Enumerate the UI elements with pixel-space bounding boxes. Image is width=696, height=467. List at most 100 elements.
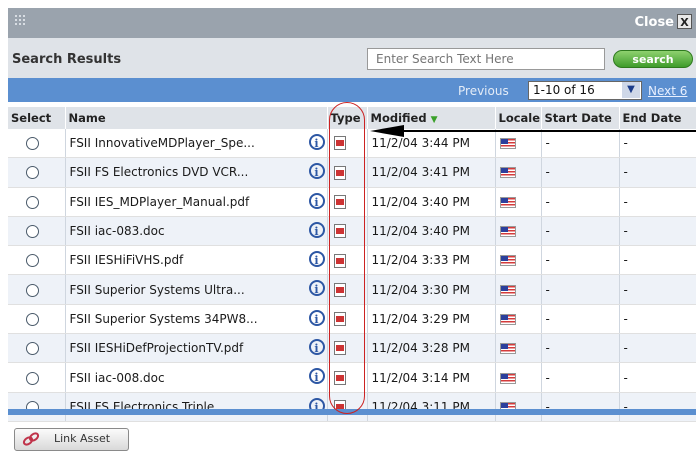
locale-cell (495, 392, 542, 422)
type-column-highlight (329, 102, 365, 414)
next-link[interactable]: Next 6 (648, 84, 687, 98)
locale-cell (495, 274, 542, 305)
search-button[interactable]: search (613, 50, 693, 68)
name-cell: FSII IES_MDPlayer_Manual.pdf i (65, 187, 328, 217)
end-date-cell: - (619, 333, 696, 364)
info-icon[interactable]: i (308, 221, 325, 238)
close-button[interactable]: Close (635, 15, 674, 30)
asset-name[interactable]: FSII IESHiFiVHS.pdf (70, 253, 184, 267)
select-radio[interactable] (26, 225, 39, 239)
name-cell: FSII FS Electronics Triple ... i (65, 392, 328, 422)
modified-cell: 11/2/04 3:14 PM (367, 362, 496, 393)
start-date-cell: - (541, 157, 620, 188)
name-cell: FSII Superior Systems Ultra... i (65, 274, 328, 305)
locale-cell (495, 187, 542, 217)
name-cell: FSII FS Electronics DVD VCR... i (65, 157, 328, 188)
modified-cell: 11/2/04 3:40 PM (367, 187, 496, 217)
info-icon[interactable]: i (308, 280, 325, 297)
locale-cell (495, 245, 542, 276)
select-cell (8, 392, 66, 422)
chevron-down-icon[interactable]: ▼ (622, 82, 640, 98)
asset-name[interactable]: FSII InnovativeMDPlayer_Spe... (70, 136, 255, 150)
close-icon[interactable]: X (677, 14, 692, 29)
asset-name[interactable]: FSII FS Electronics DVD VCR... (70, 165, 249, 179)
modified-cell: 11/2/04 3:29 PM (367, 304, 496, 335)
end-date-cell: - (619, 187, 696, 217)
start-date-cell: - (541, 333, 620, 364)
start-date-cell: - (541, 274, 620, 305)
start-date-cell: - (541, 245, 620, 276)
start-date-cell: - (541, 216, 620, 247)
locale-cell (495, 362, 542, 393)
us-flag-icon (499, 284, 516, 296)
us-flag-icon (499, 313, 516, 325)
select-radio[interactable] (26, 312, 39, 326)
info-icon[interactable]: i (308, 339, 325, 356)
name-cell: FSII iac-008.doc i (65, 362, 328, 393)
select-radio[interactable] (26, 137, 39, 151)
select-radio[interactable] (26, 166, 39, 180)
select-cell (8, 245, 66, 276)
end-date-cell: - (619, 392, 696, 422)
end-date-cell: - (619, 274, 696, 305)
select-cell (8, 304, 66, 335)
locale-cell (495, 333, 542, 364)
select-cell (8, 157, 66, 188)
asset-name[interactable]: FSII Superior Systems Ultra... (70, 283, 245, 297)
previous-link[interactable]: Previous (458, 84, 509, 98)
end-date-cell: - (619, 245, 696, 276)
asset-name[interactable]: FSII IESHiDefProjectionTV.pdf (70, 341, 244, 355)
search-input[interactable] (367, 48, 605, 70)
title-bar (8, 8, 696, 38)
info-icon[interactable]: i (308, 309, 325, 326)
modified-cell: 11/2/04 3:41 PM (367, 157, 496, 188)
column-header-name[interactable]: Name (65, 107, 328, 129)
info-icon[interactable]: i (308, 192, 325, 209)
info-icon[interactable]: i (308, 368, 325, 385)
name-cell: FSII Superior Systems 34PW8... i (65, 304, 328, 335)
modified-cell: 11/2/04 3:30 PM (367, 274, 496, 305)
asset-name[interactable]: FSII iac-083.doc (70, 224, 165, 238)
locale-cell (495, 157, 542, 188)
info-icon[interactable]: i (308, 134, 325, 150)
link-asset-label: Link Asset (54, 432, 111, 445)
info-icon[interactable]: i (308, 251, 325, 268)
us-flag-icon (499, 343, 516, 355)
select-radio[interactable] (26, 195, 39, 209)
grip-icon (15, 15, 25, 25)
column-header-select: Select (8, 107, 66, 129)
modified-cell: 11/2/04 3:33 PM (367, 245, 496, 276)
asset-name[interactable]: FSII IES_MDPlayer_Manual.pdf (70, 195, 250, 209)
modified-cell: 11/2/04 3:11 PM (367, 392, 496, 422)
asset-name[interactable]: FSII iac-008.doc (70, 371, 165, 385)
start-date-cell: - (541, 362, 620, 393)
select-cell (8, 187, 66, 217)
page-title: Search Results (12, 52, 122, 67)
end-date-cell: - (619, 362, 696, 393)
asset-name[interactable]: FSII Superior Systems 34PW8... (70, 312, 258, 326)
start-date-cell: - (541, 187, 620, 217)
modified-cell: 11/2/04 3:28 PM (367, 333, 496, 364)
select-cell (8, 362, 66, 393)
select-cell (8, 274, 66, 305)
us-flag-icon (499, 167, 516, 179)
us-flag-icon (499, 196, 516, 208)
name-cell: FSII IESHiFiVHS.pdf i (65, 245, 328, 276)
link-icon (22, 432, 40, 446)
column-header-modified-label: Modified (370, 111, 427, 125)
select-radio[interactable] (26, 254, 39, 268)
sort-desc-icon: ▼ (430, 115, 438, 125)
us-flag-icon (499, 226, 516, 238)
locale-cell (495, 216, 542, 247)
select-radio[interactable] (26, 283, 39, 297)
end-date-cell: - (619, 157, 696, 188)
select-cell (8, 129, 66, 159)
end-date-cell: - (619, 216, 696, 247)
start-date-cell: - (541, 392, 620, 422)
us-flag-icon (499, 372, 516, 384)
annotation-arrow (370, 125, 696, 137)
us-flag-icon (499, 255, 516, 267)
select-radio[interactable] (26, 371, 39, 385)
select-radio[interactable] (26, 342, 39, 356)
info-icon[interactable]: i (308, 163, 325, 180)
